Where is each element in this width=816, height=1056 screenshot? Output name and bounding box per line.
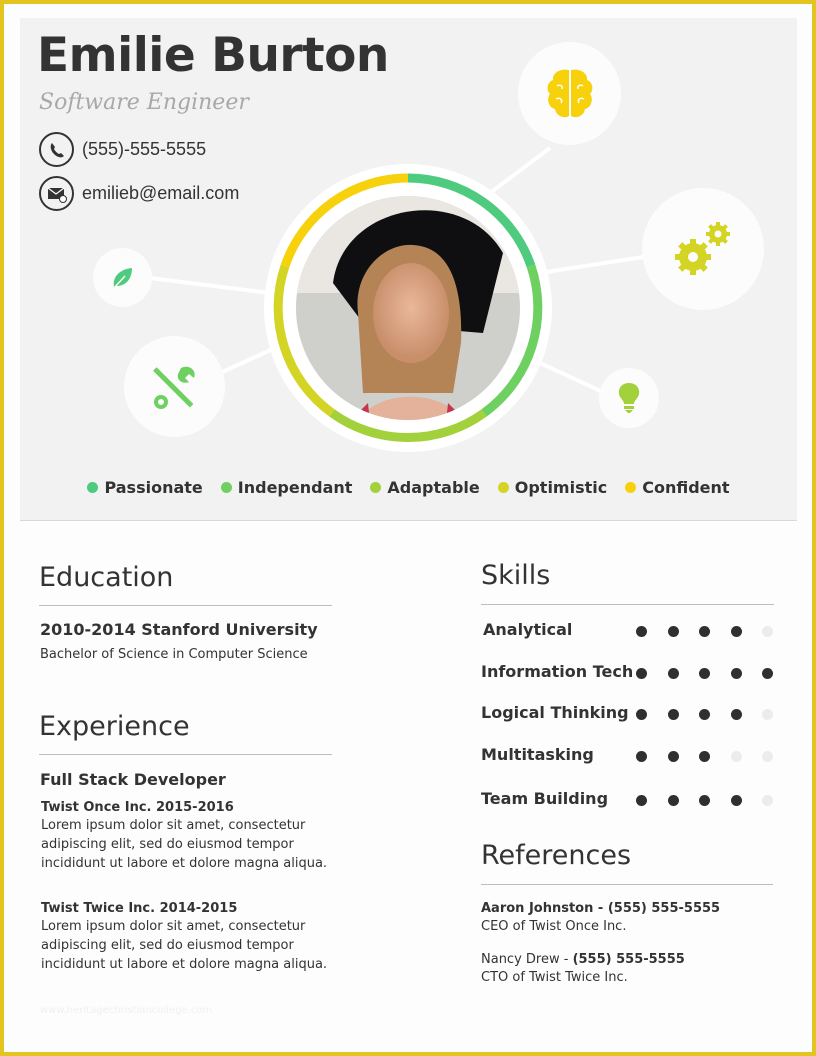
skill-dot-filled	[636, 751, 647, 762]
profile-photo-ring	[263, 163, 553, 453]
skill-row: Logical Thinking	[481, 703, 781, 725]
skill-dot-filled	[699, 795, 710, 806]
trait-dot	[370, 482, 382, 493]
skill-label: Team Building	[481, 789, 609, 808]
gears-icon	[675, 222, 730, 275]
skill-dot-filled	[730, 626, 742, 637]
job-description: Lorem ipsum dolor sit amet, consectetur …	[41, 919, 328, 972]
lightbulb-bubble	[599, 368, 659, 428]
skill-label: Logical Thinking	[481, 703, 629, 722]
connector-line	[149, 276, 271, 295]
skill-dot-empty	[762, 709, 773, 720]
header-panel: Emilie Burton Software Engineer (555)-55…	[20, 18, 797, 521]
job-company: Twist Once Inc. 2015-2016	[41, 800, 234, 815]
skills-heading: Skills	[481, 560, 551, 591]
trait-dot	[220, 482, 232, 493]
skill-dot-filled	[730, 795, 742, 806]
watermark: www.heritagechristiancollege.com	[40, 1005, 213, 1016]
trait-confident: Confident	[625, 478, 730, 497]
skill-dot-filled	[699, 751, 710, 762]
skill-row: Analytical	[481, 620, 781, 642]
skill-dot-empty	[730, 751, 742, 762]
skill-dot-filled	[636, 709, 647, 720]
skill-dot-filled	[636, 668, 647, 679]
education-divider	[39, 605, 332, 606]
gears-bubble	[642, 188, 764, 310]
skill-dot-filled	[667, 751, 679, 762]
tools-bubble	[124, 336, 225, 437]
reference-phone: (555) 555-5555	[572, 952, 685, 967]
skill-dot-filled	[699, 626, 710, 637]
brain-icon	[547, 69, 592, 117]
job-entry: Twist Once Inc. 2015-2016 Lorem ipsum do…	[41, 800, 327, 873]
connector-line	[539, 254, 651, 275]
job-description: Lorem ipsum dolor sit amet, consectetur …	[41, 818, 328, 871]
skill-row: Team Building	[481, 789, 781, 811]
reference-role: CTO of Twist Twice Inc.	[481, 970, 628, 985]
trait-dot	[87, 482, 99, 493]
education-heading: Education	[39, 562, 174, 593]
reference-name: Nancy Drew -	[481, 952, 573, 967]
skill-row: Information Tech	[481, 662, 781, 684]
reference-entry: Nancy Drew - (555) 555-5555 CTO of Twist…	[481, 951, 685, 985]
reference-phone: (555) 555-5555	[607, 901, 721, 916]
trait-independant: Independant	[220, 478, 352, 497]
leaf-icon	[111, 267, 132, 290]
reference-entry: Aaron Johnston - (555) 555-5555 CEO of T…	[481, 900, 720, 934]
trait-adaptable: Adaptable	[370, 478, 480, 497]
experience-role: Full Stack Developer	[40, 770, 226, 789]
skill-dot-filled	[699, 668, 710, 679]
education-title: 2010-2014 Stanford University	[40, 620, 318, 639]
trait-dot	[497, 482, 509, 493]
skill-dot-filled	[667, 795, 679, 806]
skill-dot-filled	[667, 626, 679, 637]
references-heading: References	[481, 840, 632, 871]
trait-optimistic: Optimistic	[497, 478, 607, 497]
skills-divider	[481, 604, 774, 605]
skill-dot-filled	[730, 709, 742, 720]
skill-dot-filled	[762, 668, 773, 679]
brain-bubble	[518, 42, 621, 145]
references-divider	[481, 884, 773, 885]
skill-dot-filled	[730, 668, 742, 679]
skill-dot-filled	[699, 709, 710, 720]
skill-dot-filled	[667, 709, 679, 720]
trait-dot	[625, 482, 637, 493]
job-company: Twist Twice Inc. 2014-2015	[41, 901, 238, 916]
education-detail: Bachelor of Science in Computer Science	[40, 647, 308, 662]
job-entry: Twist Twice Inc. 2014-2015 Lorem ipsum d…	[41, 901, 327, 974]
reference-name: Aaron Johnston -	[481, 901, 608, 916]
experience-heading: Experience	[39, 711, 190, 742]
skill-dot-filled	[667, 668, 679, 679]
leaf-bubble	[93, 248, 152, 307]
lightbulb-icon	[618, 383, 640, 413]
trait-passionate: Passionate	[87, 478, 203, 497]
tools-icon	[152, 366, 195, 409]
skill-label: Information Tech	[481, 662, 634, 681]
skill-dot-empty	[762, 795, 773, 806]
skill-row: Multitasking	[481, 745, 781, 767]
skill-dot-filled	[636, 626, 647, 637]
personality-traits: Passionate Independant Adaptable Optimis…	[20, 478, 797, 497]
reference-role: CEO of Twist Once Inc.	[481, 919, 627, 934]
skill-dot-filled	[636, 795, 647, 806]
skill-label: Analytical	[483, 620, 573, 639]
experience-divider	[39, 754, 332, 755]
skill-dot-empty	[762, 626, 773, 637]
skill-label: Multitasking	[481, 745, 594, 764]
skill-dot-empty	[762, 751, 773, 762]
